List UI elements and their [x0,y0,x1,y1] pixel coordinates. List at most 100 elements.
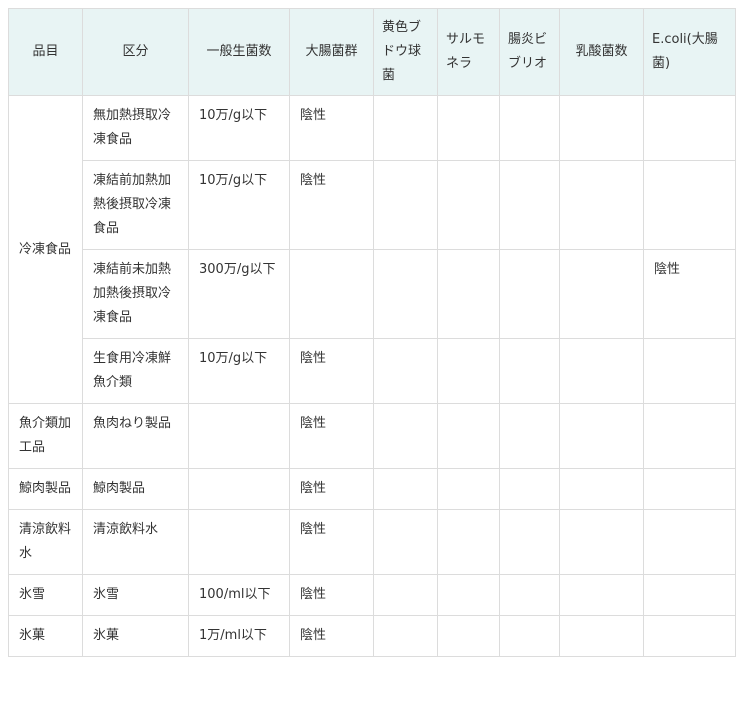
general-bacteria-cell: 100/ml以下 [188,574,290,616]
category-cell: 凍結前未加熱加熱後摂取冷凍食品 [82,249,189,339]
staphylococcus-cell [373,95,438,161]
salmonella-cell [437,95,500,161]
coliform-cell: 陰性 [289,468,374,510]
lactic-acid-bacteria-cell [559,615,644,657]
staphylococcus-cell [373,403,438,469]
general-bacteria-cell: 1万/ml以下 [188,615,290,657]
item-cell: 鯨肉製品 [8,468,83,510]
staphylococcus-cell [373,574,438,616]
table-header: 品目 区分 一般生菌数 大腸菌群 黄色ブドウ球菌 サルモネラ 腸炎ビブリオ 乳酸… [8,8,736,96]
ecoli-cell [643,509,736,575]
ecoli-cell [643,95,736,161]
ecoli-cell [643,615,736,657]
coliform-cell: 陰性 [289,403,374,469]
staphylococcus-cell [373,160,438,250]
microbial-standards-table: 品目 区分 一般生菌数 大腸菌群 黄色ブドウ球菌 サルモネラ 腸炎ビブリオ 乳酸… [8,8,736,657]
vibrio-cell [499,160,560,250]
item-cell: 清涼飲料水 [8,509,83,575]
item-cell: 魚介類加工品 [8,403,83,469]
table-row: 凍結前加熱加熱後摂取冷凍食品 10万/g以下 陰性 [9,160,736,250]
table-row: 氷雪 氷雪 100/ml以下 陰性 [8,574,736,616]
category-cell: 生食用冷凍鮮魚介類 [82,338,189,404]
staphylococcus-cell [373,468,438,510]
table-row: 冷凍食品 無加熱摂取冷凍食品 10万/g以下 陰性 [8,95,736,404]
ecoli-cell [643,160,736,250]
header-item: 品目 [8,8,83,96]
salmonella-cell [437,403,500,469]
salmonella-cell [437,338,500,404]
category-cell: 氷雪 [82,574,189,616]
coliform-cell: 陰性 [289,574,374,616]
lactic-acid-bacteria-cell [559,249,644,339]
vibrio-cell [499,95,560,161]
header-salmonella: サルモネラ [437,8,500,96]
coliform-cell: 陰性 [289,615,374,657]
header-ecoli: E.coli(大腸菌) [643,8,736,96]
general-bacteria-cell: 10万/g以下 [188,160,290,250]
vibrio-cell [499,338,560,404]
table-row: 氷菓 氷菓 1万/ml以下 陰性 [8,615,736,657]
header-general-bacteria: 一般生菌数 [188,8,290,96]
general-bacteria-cell: 10万/g以下 [188,95,290,161]
item-cell: 氷雪 [8,574,83,616]
salmonella-cell [437,509,500,575]
coliform-cell: 陰性 [289,95,374,161]
staphylococcus-cell [373,615,438,657]
general-bacteria-cell [188,468,290,510]
header-vibrio: 腸炎ビブリオ [499,8,560,96]
category-cell: 凍結前加熱加熱後摂取冷凍食品 [82,160,189,250]
category-cell: 無加熱摂取冷凍食品 [82,95,189,161]
general-bacteria-cell: 300万/g以下 [188,249,290,339]
category-cell: 清涼飲料水 [82,509,189,575]
staphylococcus-cell [373,338,438,404]
staphylococcus-cell [373,249,438,339]
coliform-cell [289,249,374,339]
header-lactic-acid-bacteria: 乳酸菌数 [559,8,644,96]
item-cell: 冷凍食品 [8,95,83,404]
lactic-acid-bacteria-cell [559,338,644,404]
salmonella-cell [437,249,500,339]
table-body: 冷凍食品 無加熱摂取冷凍食品 10万/g以下 陰性 凍結前加熱加熱後摂取冷凍食品… [8,95,736,657]
ecoli-cell [643,468,736,510]
lactic-acid-bacteria-cell [559,95,644,161]
lactic-acid-bacteria-cell [559,509,644,575]
header-row: 品目 区分 一般生菌数 大腸菌群 黄色ブドウ球菌 サルモネラ 腸炎ビブリオ 乳酸… [8,8,736,96]
vibrio-cell [499,468,560,510]
vibrio-cell [499,403,560,469]
vibrio-cell [499,574,560,616]
header-category: 区分 [82,8,189,96]
salmonella-cell [437,574,500,616]
ecoli-cell [643,574,736,616]
coliform-cell: 陰性 [289,338,374,404]
table-row: 鯨肉製品 鯨肉製品 陰性 [8,468,736,510]
general-bacteria-cell [188,403,290,469]
lactic-acid-bacteria-cell [559,468,644,510]
coliform-cell: 陰性 [289,160,374,250]
lactic-acid-bacteria-cell [559,160,644,250]
salmonella-cell [437,468,500,510]
header-coliform: 大腸菌群 [289,8,374,96]
coliform-cell: 陰性 [289,509,374,575]
salmonella-cell [437,160,500,250]
table-row: 生食用冷凍鮮魚介類 10万/g以下 陰性 [9,338,736,404]
category-cell: 鯨肉製品 [82,468,189,510]
table-row: 凍結前未加熱加熱後摂取冷凍食品 300万/g以下 陰性 [9,249,736,339]
category-cell: 魚肉ねり製品 [82,403,189,469]
staphylococcus-cell [373,509,438,575]
ecoli-cell [643,403,736,469]
header-staphylococcus: 黄色ブドウ球菌 [373,8,438,96]
vibrio-cell [499,249,560,339]
category-cell: 氷菓 [82,615,189,657]
item-cell: 氷菓 [8,615,83,657]
table-row: 清涼飲料水 清涼飲料水 陰性 [8,509,736,575]
lactic-acid-bacteria-cell [559,574,644,616]
ecoli-cell [643,338,736,404]
table-row: 魚介類加工品 魚肉ねり製品 陰性 [8,403,736,469]
ecoli-cell: 陰性 [643,249,736,339]
vibrio-cell [499,509,560,575]
salmonella-cell [437,615,500,657]
general-bacteria-cell: 10万/g以下 [188,338,290,404]
lactic-acid-bacteria-cell [559,403,644,469]
vibrio-cell [499,615,560,657]
general-bacteria-cell [188,509,290,575]
